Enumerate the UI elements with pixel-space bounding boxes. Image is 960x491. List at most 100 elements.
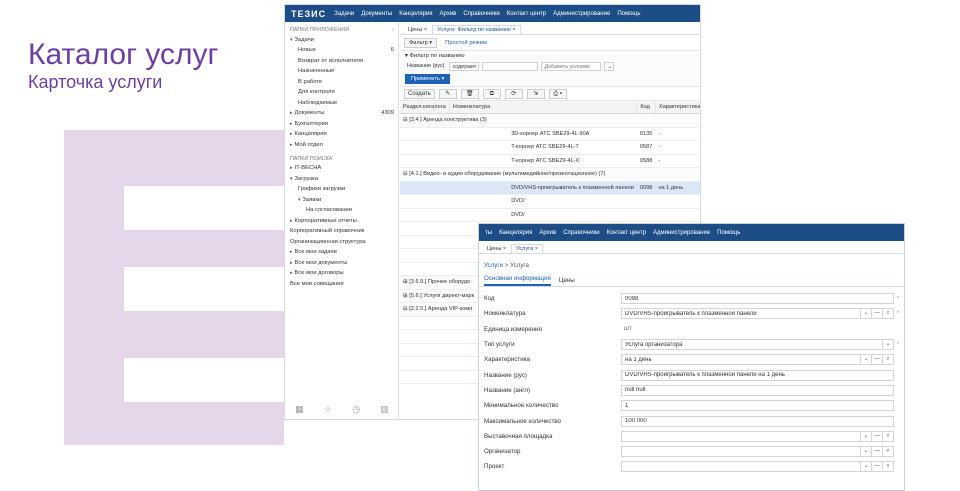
- column-header[interactable]: Номенклатура: [449, 101, 638, 114]
- tree-toggle-icon[interactable]: ▸: [290, 131, 293, 137]
- sidebar-item[interactable]: ▸ Все мои документы: [285, 258, 398, 269]
- window-tab[interactable]: Услуги: Фильтр по названию ×: [432, 25, 521, 34]
- tree-toggle-icon[interactable]: ▾: [290, 37, 293, 43]
- menu-item[interactable]: Задачи: [334, 11, 354, 17]
- calendar-icon[interactable]: ▦: [295, 404, 304, 415]
- tree-toggle-icon[interactable]: ▸: [290, 260, 293, 266]
- field-input[interactable]: null null: [621, 384, 894, 396]
- clock-icon[interactable]: ◷: [352, 404, 360, 415]
- tree-toggle-icon[interactable]: ▸: [290, 121, 293, 127]
- table-row[interactable]: DVD/: [400, 208, 700, 222]
- window-tab[interactable]: Услуга ×: [511, 244, 544, 253]
- sidebar-item[interactable]: Возврат от исполнителя: [285, 56, 398, 67]
- close-icon[interactable]: ×: [503, 246, 506, 252]
- collapse-sidebar-icon[interactable]: ‹: [392, 27, 394, 33]
- filter-panel-title[interactable]: ▾ Фильтр по названию: [405, 53, 695, 59]
- sidebar-item[interactable]: Организационная структура: [285, 237, 398, 248]
- sidebar-item[interactable]: На согласовании: [285, 206, 398, 217]
- excel-export-icon[interactable]: ⇲: [526, 88, 545, 99]
- field-input[interactable]: DVD/VHS-проигрыватель к плазменной панел…: [621, 369, 894, 381]
- edit-icon[interactable]: ✎: [438, 88, 457, 99]
- card-tab[interactable]: Цены: [559, 277, 575, 286]
- refresh-icon[interactable]: ⟳: [504, 88, 523, 99]
- sidebar-item[interactable]: ▸ Корпоративные отчеты: [285, 216, 398, 227]
- search-icon[interactable]: ⌕: [883, 354, 894, 366]
- tree-toggle-icon[interactable]: ▸: [290, 270, 293, 276]
- column-header[interactable]: Характеристика: [655, 101, 700, 114]
- window-tab[interactable]: Цены ×: [403, 25, 432, 34]
- table-row[interactable]: DVD/: [400, 194, 700, 209]
- sidebar-item[interactable]: ▾ Задачи: [285, 35, 398, 46]
- sidebar-item[interactable]: ▸ Документы 4309: [285, 109, 398, 120]
- chevron-down-icon[interactable]: ⌄: [861, 461, 872, 473]
- sidebar-item[interactable]: ▸ Канцелярия: [285, 130, 398, 141]
- sidebar-item[interactable]: ▸ IT-ВЕСНА: [285, 164, 398, 175]
- create-button[interactable]: Создать: [404, 88, 435, 99]
- add-condition-select[interactable]: Добавить условие: [541, 62, 602, 71]
- clear-icon[interactable]: —: [872, 430, 883, 442]
- tree-toggle-icon[interactable]: ▾: [290, 176, 293, 182]
- menu-item[interactable]: Архив: [440, 11, 457, 17]
- field-input[interactable]: на 1 день: [621, 354, 861, 366]
- copy-icon[interactable]: ⧉: [482, 88, 501, 99]
- table-row[interactable]: T-корнер АТС SBE29-4L-X 0588-: [400, 154, 700, 168]
- tree-toggle-icon[interactable]: ▸: [290, 249, 293, 255]
- close-icon[interactable]: ×: [424, 27, 427, 33]
- clear-icon[interactable]: —: [872, 354, 883, 366]
- menu-item[interactable]: Помощь: [617, 11, 640, 17]
- filter-button[interactable]: Фильтр ▾: [404, 37, 438, 48]
- field-input[interactable]: Услуга организатора: [621, 339, 883, 351]
- chevron-down-icon[interactable]: ⌄: [861, 308, 872, 320]
- table-row[interactable]: 3D-корнер АТС SBE29-4L-90A 0135-: [400, 127, 700, 141]
- simple-mode-link[interactable]: Простой режим: [445, 40, 487, 46]
- sidebar-item[interactable]: ▾ Заявки: [285, 195, 398, 206]
- search-icon[interactable]: ⌕: [883, 446, 894, 458]
- window-tab[interactable]: Цены ×: [482, 244, 511, 253]
- tree-toggle-icon[interactable]: ▸: [290, 110, 293, 116]
- menu-item[interactable]: Контакт центр: [507, 11, 546, 17]
- chevron-down-icon[interactable]: ⌄: [604, 62, 615, 71]
- sidebar-item[interactable]: Наблюдаемые: [285, 98, 398, 109]
- delete-icon[interactable]: 🗑: [460, 88, 479, 99]
- field-input[interactable]: [621, 446, 861, 458]
- column-header[interactable]: Код: [636, 101, 656, 114]
- close-icon[interactable]: ×: [535, 246, 538, 252]
- search-icon[interactable]: ⌕: [883, 308, 894, 320]
- card-tab[interactable]: Основная информация: [484, 275, 551, 286]
- menu-item[interactable]: Справочники: [563, 230, 599, 236]
- column-header[interactable]: Раздел каталога: [400, 101, 450, 114]
- sidebar-item[interactable]: В работе: [285, 77, 398, 88]
- sidebar-item[interactable]: Все мои совещания: [285, 279, 398, 290]
- menu-item[interactable]: Архив: [539, 230, 556, 236]
- print-icon[interactable]: ⎙ ▾: [548, 88, 567, 99]
- sidebar-item[interactable]: Корпоративный справочник: [285, 227, 398, 238]
- field-input[interactable]: 1: [621, 400, 894, 412]
- sidebar-item[interactable]: ▸ Бухгалтерия: [285, 119, 398, 130]
- apply-filter-button[interactable]: Применить ▾: [405, 74, 451, 84]
- sidebar-item[interactable]: ▾ Загрузка: [285, 174, 398, 185]
- star-icon[interactable]: ☆: [324, 404, 332, 415]
- chevron-down-icon[interactable]: ⌄: [861, 430, 872, 442]
- sidebar-item[interactable]: Новые 6: [285, 46, 398, 57]
- table-row[interactable]: T-корнер АТС SBE29-4L-T 0587-: [400, 140, 700, 155]
- field-input[interactable]: DVD/VHS-проигрыватель к плазменной панел…: [621, 308, 861, 320]
- chart-icon[interactable]: ▥: [380, 404, 389, 415]
- clear-icon[interactable]: —: [872, 461, 883, 473]
- menu-item[interactable]: Справочники: [463, 11, 499, 17]
- table-row[interactable]: DVD/VHS-проигрыватель к плазменной панел…: [400, 181, 700, 195]
- field-input[interactable]: 0098: [621, 293, 894, 305]
- group-row[interactable]: ⊟ [3.4.] Аренда конструктива (3): [400, 113, 700, 128]
- menu-item[interactable]: Контакт центр: [607, 230, 646, 236]
- menu-item[interactable]: ты: [485, 230, 492, 236]
- tree-toggle-icon[interactable]: ▸: [290, 165, 293, 171]
- sidebar-item[interactable]: ▸ Мой отдел: [285, 140, 398, 151]
- tree-toggle-icon[interactable]: ▾: [298, 197, 301, 203]
- chevron-down-icon[interactable]: ⌄: [861, 446, 872, 458]
- menu-item[interactable]: Канцелярия: [399, 11, 432, 17]
- sidebar-item[interactable]: Назначенные: [285, 67, 398, 78]
- chevron-down-icon[interactable]: ⌄: [861, 354, 872, 366]
- filter-value-input[interactable]: [482, 62, 539, 71]
- sidebar-item[interactable]: Графики загрузки: [285, 185, 398, 196]
- search-icon[interactable]: ⌕: [883, 430, 894, 442]
- menu-item[interactable]: Документы: [361, 11, 392, 17]
